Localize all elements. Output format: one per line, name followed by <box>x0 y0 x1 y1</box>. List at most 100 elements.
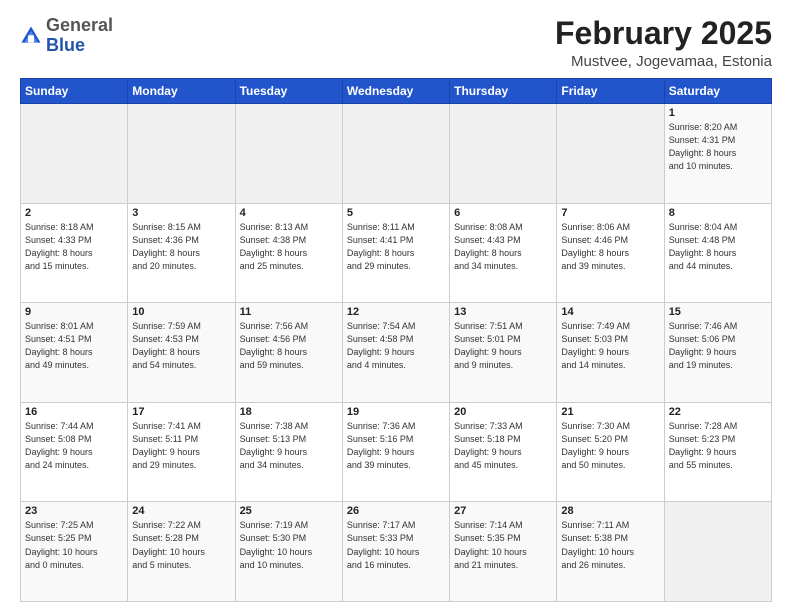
day-number: 23 <box>25 505 123 517</box>
calendar-cell: 24Sunrise: 7:22 AM Sunset: 5:28 PM Dayli… <box>128 502 235 602</box>
calendar-cell: 6 Sunrise: 8:08 AM Sunset: 4:43 PM Daylig… <box>450 203 557 303</box>
day-info: Sunrise: 7:28 AM Sunset: 5:23 PM Dayligh… <box>669 420 767 472</box>
calendar-cell: 7Sunrise: 8:06 AM Sunset: 4:46 PM Daylig… <box>557 203 664 303</box>
calendar-cell: 8 Sunrise: 8:04 AM Sunset: 4:48 PM Daylig… <box>664 203 771 303</box>
day-number: 17 <box>132 406 230 418</box>
calendar-body: 1 Sunrise: 8:20 AM Sunset: 4:31 PM Daylig… <box>21 104 772 602</box>
day-number: 8 <box>669 207 767 219</box>
week-row-5: 23Sunrise: 7:25 AM Sunset: 5:25 PM Dayli… <box>21 502 772 602</box>
day-number: 27 <box>454 505 552 517</box>
day-info: Sunrise: 8:18 AM Sunset: 4:33 PM Dayligh… <box>25 221 123 273</box>
calendar-cell: 4 Sunrise: 8:13 AM Sunset: 4:38 PM Daylig… <box>235 203 342 303</box>
day-number: 20 <box>454 406 552 418</box>
logo-icon <box>20 25 42 47</box>
calendar-cell: 19Sunrise: 7:36 AM Sunset: 5:16 PM Dayli… <box>342 402 449 502</box>
calendar-cell: 21 Sunrise: 7:30 AM Sunset: 5:20 PM Dayli… <box>557 402 664 502</box>
day-info: Sunrise: 8:11 AM Sunset: 4:41 PM Dayligh… <box>347 221 445 273</box>
day-info: Sunrise: 7:44 AM Sunset: 5:08 PM Dayligh… <box>25 420 123 472</box>
calendar-cell <box>342 104 449 204</box>
day-number: 26 <box>347 505 445 517</box>
day-number: 18 <box>240 406 338 418</box>
day-number: 25 <box>240 505 338 517</box>
day-number: 5 <box>347 207 445 219</box>
calendar-cell: 3Sunrise: 8:15 AM Sunset: 4:36 PM Daylig… <box>128 203 235 303</box>
col-saturday: Saturday <box>664 79 771 104</box>
calendar-cell: 13 Sunrise: 7:51 AM Sunset: 5:01 PM Dayli… <box>450 303 557 403</box>
day-info: Sunrise: 8:08 AM Sunset: 4:43 PM Dayligh… <box>454 221 552 273</box>
calendar-cell: 27 Sunrise: 7:14 AM Sunset: 5:35 PM Dayli… <box>450 502 557 602</box>
day-info: Sunrise: 8:20 AM Sunset: 4:31 PM Dayligh… <box>669 121 767 173</box>
day-info: Sunrise: 8:06 AM Sunset: 4:46 PM Dayligh… <box>561 221 659 273</box>
col-monday: Monday <box>128 79 235 104</box>
calendar-cell <box>235 104 342 204</box>
day-number: 1 <box>669 107 767 119</box>
calendar-cell: 5 Sunrise: 8:11 AM Sunset: 4:41 PM Daylig… <box>342 203 449 303</box>
calendar-cell: 9 Sunrise: 8:01 AM Sunset: 4:51 PM Daylig… <box>21 303 128 403</box>
day-number: 21 <box>561 406 659 418</box>
day-info: Sunrise: 7:14 AM Sunset: 5:35 PM Dayligh… <box>454 519 552 571</box>
col-tuesday: Tuesday <box>235 79 342 104</box>
calendar-cell: 17 Sunrise: 7:41 AM Sunset: 5:11 PM Dayli… <box>128 402 235 502</box>
day-info: Sunrise: 7:17 AM Sunset: 5:33 PM Dayligh… <box>347 519 445 571</box>
day-info: Sunrise: 7:41 AM Sunset: 5:11 PM Dayligh… <box>132 420 230 472</box>
calendar-cell: 1 Sunrise: 8:20 AM Sunset: 4:31 PM Daylig… <box>664 104 771 204</box>
week-row-2: 2 Sunrise: 8:18 AM Sunset: 4:33 PM Daylig… <box>21 203 772 303</box>
day-info: Sunrise: 8:04 AM Sunset: 4:48 PM Dayligh… <box>669 221 767 273</box>
day-number: 14 <box>561 306 659 318</box>
day-number: 10 <box>132 306 230 318</box>
day-number: 22 <box>669 406 767 418</box>
day-number: 9 <box>25 306 123 318</box>
page: General Blue February 2025 Mustvee, Joge… <box>0 0 792 612</box>
day-number: 11 <box>240 306 338 318</box>
calendar-cell <box>664 502 771 602</box>
day-info: Sunrise: 7:56 AM Sunset: 4:56 PM Dayligh… <box>240 320 338 372</box>
day-number: 13 <box>454 306 552 318</box>
calendar-cell: 20 Sunrise: 7:33 AM Sunset: 5:18 PM Dayli… <box>450 402 557 502</box>
calendar-cell: 18 Sunrise: 7:38 AM Sunset: 5:13 PM Dayli… <box>235 402 342 502</box>
col-thursday: Thursday <box>450 79 557 104</box>
day-number: 2 <box>25 207 123 219</box>
calendar-cell: 10 Sunrise: 7:59 AM Sunset: 4:53 PM Dayli… <box>128 303 235 403</box>
calendar-cell: 2 Sunrise: 8:18 AM Sunset: 4:33 PM Daylig… <box>21 203 128 303</box>
col-friday: Friday <box>557 79 664 104</box>
calendar-cell <box>450 104 557 204</box>
logo-general: General <box>46 15 113 35</box>
day-info: Sunrise: 8:13 AM Sunset: 4:38 PM Dayligh… <box>240 221 338 273</box>
day-info: Sunrise: 7:54 AM Sunset: 4:58 PM Dayligh… <box>347 320 445 372</box>
day-number: 4 <box>240 207 338 219</box>
day-info: Sunrise: 7:19 AM Sunset: 5:30 PM Dayligh… <box>240 519 338 571</box>
calendar-cell: 28 Sunrise: 7:11 AM Sunset: 5:38 PM Dayli… <box>557 502 664 602</box>
day-info: Sunrise: 7:22 AM Sunset: 5:28 PM Dayligh… <box>132 519 230 571</box>
calendar-cell <box>557 104 664 204</box>
calendar-cell: 22 Sunrise: 7:28 AM Sunset: 5:23 PM Dayli… <box>664 402 771 502</box>
day-info: Sunrise: 7:59 AM Sunset: 4:53 PM Dayligh… <box>132 320 230 372</box>
day-number: 28 <box>561 505 659 517</box>
calendar-cell <box>21 104 128 204</box>
day-info: Sunrise: 7:51 AM Sunset: 5:01 PM Dayligh… <box>454 320 552 372</box>
day-info: Sunrise: 7:33 AM Sunset: 5:18 PM Dayligh… <box>454 420 552 472</box>
calendar-cell: 11 Sunrise: 7:56 AM Sunset: 4:56 PM Dayli… <box>235 303 342 403</box>
day-info: Sunrise: 7:30 AM Sunset: 5:20 PM Dayligh… <box>561 420 659 472</box>
day-info: Sunrise: 8:01 AM Sunset: 4:51 PM Dayligh… <box>25 320 123 372</box>
calendar-cell: 26 Sunrise: 7:17 AM Sunset: 5:33 PM Dayli… <box>342 502 449 602</box>
calendar-cell: 15 Sunrise: 7:46 AM Sunset: 5:06 PM Dayli… <box>664 303 771 403</box>
location: Mustvee, Jogevamaa, Estonia <box>555 53 772 70</box>
day-info: Sunrise: 7:38 AM Sunset: 5:13 PM Dayligh… <box>240 420 338 472</box>
calendar-cell: 16Sunrise: 7:44 AM Sunset: 5:08 PM Dayli… <box>21 402 128 502</box>
week-row-3: 9 Sunrise: 8:01 AM Sunset: 4:51 PM Daylig… <box>21 303 772 403</box>
calendar-header: Sunday Monday Tuesday Wednesday Thursday… <box>21 79 772 104</box>
calendar-cell: 25 Sunrise: 7:19 AM Sunset: 5:30 PM Dayli… <box>235 502 342 602</box>
day-number: 15 <box>669 306 767 318</box>
day-info: Sunrise: 7:11 AM Sunset: 5:38 PM Dayligh… <box>561 519 659 571</box>
header-row: Sunday Monday Tuesday Wednesday Thursday… <box>21 79 772 104</box>
title-block: February 2025 Mustvee, Jogevamaa, Estoni… <box>555 16 772 70</box>
day-number: 3 <box>132 207 230 219</box>
calendar: Sunday Monday Tuesday Wednesday Thursday… <box>20 78 772 602</box>
calendar-cell <box>128 104 235 204</box>
col-sunday: Sunday <box>21 79 128 104</box>
calendar-cell: 12Sunrise: 7:54 AM Sunset: 4:58 PM Dayli… <box>342 303 449 403</box>
logo-blue: Blue <box>46 35 85 55</box>
week-row-4: 16Sunrise: 7:44 AM Sunset: 5:08 PM Dayli… <box>21 402 772 502</box>
day-info: Sunrise: 7:46 AM Sunset: 5:06 PM Dayligh… <box>669 320 767 372</box>
day-number: 6 <box>454 207 552 219</box>
